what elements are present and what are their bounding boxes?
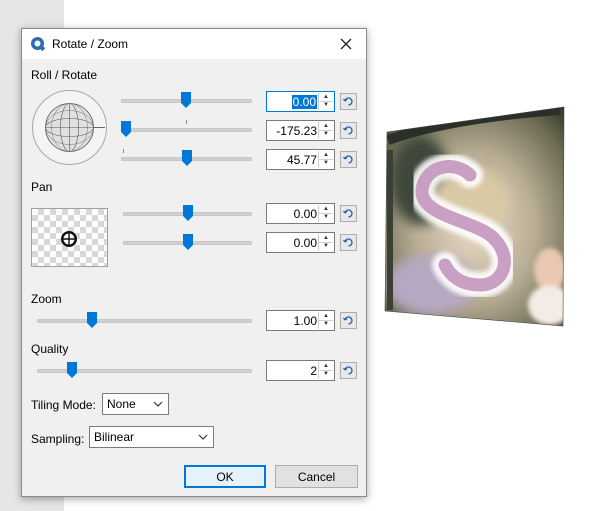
angle-spinner[interactable]: ▲ ▼ [318,93,333,110]
title-bar: Rotate / Zoom [22,29,366,59]
roll-rotate-label: Roll / Rotate [31,68,98,82]
pan-x-slider[interactable] [123,205,252,221]
slider-thumb[interactable] [181,92,191,108]
slider-thumb[interactable] [67,362,77,378]
spin-down-icon[interactable]: ▼ [319,320,333,328]
tilt-value: 45.77 [286,153,317,167]
reset-arrow-icon [343,316,353,325]
slider-track [37,319,252,323]
pan-preview[interactable] [31,208,108,267]
ok-button[interactable]: OK [184,465,266,488]
spin-down-icon[interactable]: ▼ [319,159,333,167]
pan-y-spinner[interactable]: ▲ ▼ [318,234,333,251]
quality-slider[interactable] [37,362,252,378]
angle-reset-button[interactable] [340,93,357,110]
spin-down-icon[interactable]: ▼ [319,101,333,109]
quality-value: 2 [310,364,317,378]
reset-arrow-icon [343,155,353,164]
spin-down-icon[interactable]: ▼ [319,370,333,378]
reset-arrow-icon [343,238,353,247]
pan-label: Pan [31,180,53,194]
pan-y-reset-button[interactable] [340,234,357,251]
sampling-value: Bilinear [94,430,135,444]
quality-spinner[interactable]: ▲ ▼ [318,362,333,379]
roll-input[interactable]: -175.23 ▲ ▼ [266,120,335,141]
slider-thumb[interactable] [121,121,131,137]
zoom-slider[interactable] [37,312,252,328]
slider-track [121,128,252,132]
pan-x-value: 0.00 [293,207,317,221]
reset-arrow-icon [343,366,353,375]
dialog-title: Rotate / Zoom [52,37,129,51]
chevron-down-icon [153,401,163,407]
slider-thumb[interactable] [87,312,97,328]
spin-down-icon[interactable]: ▼ [319,213,333,221]
zoom-label: Zoom [31,292,62,306]
spin-down-icon[interactable]: ▼ [319,130,333,138]
reset-arrow-icon [343,209,353,218]
angle-slider[interactable] [121,92,252,108]
zoom-value: 1.00 [293,314,317,328]
rotation-globe-icon[interactable] [31,89,108,166]
zoom-spinner[interactable]: ▲ ▼ [318,312,333,329]
pan-x-reset-button[interactable] [340,205,357,222]
slider-thumb[interactable] [183,234,193,250]
pan-y-input[interactable]: 0.00 ▲ ▼ [266,232,335,253]
move-crosshair-icon [61,231,77,247]
sampling-label: Sampling: [31,432,85,446]
tilt-reset-button[interactable] [340,151,357,168]
slider-thumb[interactable] [183,205,193,221]
chevron-down-icon [198,434,208,440]
rotate-zoom-dialog: Rotate / Zoom Roll / Rotate 0.00 ▲ ▼ -17… [21,28,367,497]
tiling-mode-select[interactable]: None [102,393,169,415]
roll-value: -175.23 [276,124,317,138]
pan-y-slider[interactable] [123,234,252,250]
spin-down-icon[interactable]: ▼ [319,242,333,250]
tiling-mode-value: None [107,397,136,411]
roll-reset-button[interactable] [340,122,357,139]
zoom-reset-button[interactable] [340,312,357,329]
angle-value: 0.00 [291,95,317,109]
reset-arrow-icon [343,126,353,135]
quality-input[interactable]: 2 ▲ ▼ [266,360,335,381]
pan-x-input[interactable]: 0.00 ▲ ▼ [266,203,335,224]
slider-thumb[interactable] [182,150,192,166]
quality-reset-button[interactable] [340,362,357,379]
tilt-input[interactable]: 45.77 ▲ ▼ [266,149,335,170]
roll-slider[interactable] [121,121,252,137]
pan-x-spinner[interactable]: ▲ ▼ [318,205,333,222]
angle-input[interactable]: 0.00 ▲ ▼ [266,91,335,112]
close-icon [340,38,352,50]
tilt-slider[interactable] [121,150,252,166]
close-button[interactable] [326,29,366,59]
app-logo-icon [31,37,46,52]
sampling-select[interactable]: Bilinear [89,426,214,448]
tiling-mode-label: Tiling Mode: [31,398,96,412]
reset-arrow-icon [343,97,353,106]
pan-y-value: 0.00 [293,236,317,250]
zoom-input[interactable]: 1.00 ▲ ▼ [266,310,335,331]
quality-label: Quality [31,342,69,356]
roll-spinner[interactable]: ▲ ▼ [318,122,333,139]
tilt-spinner[interactable]: ▲ ▼ [318,151,333,168]
cancel-button[interactable]: Cancel [275,465,358,488]
